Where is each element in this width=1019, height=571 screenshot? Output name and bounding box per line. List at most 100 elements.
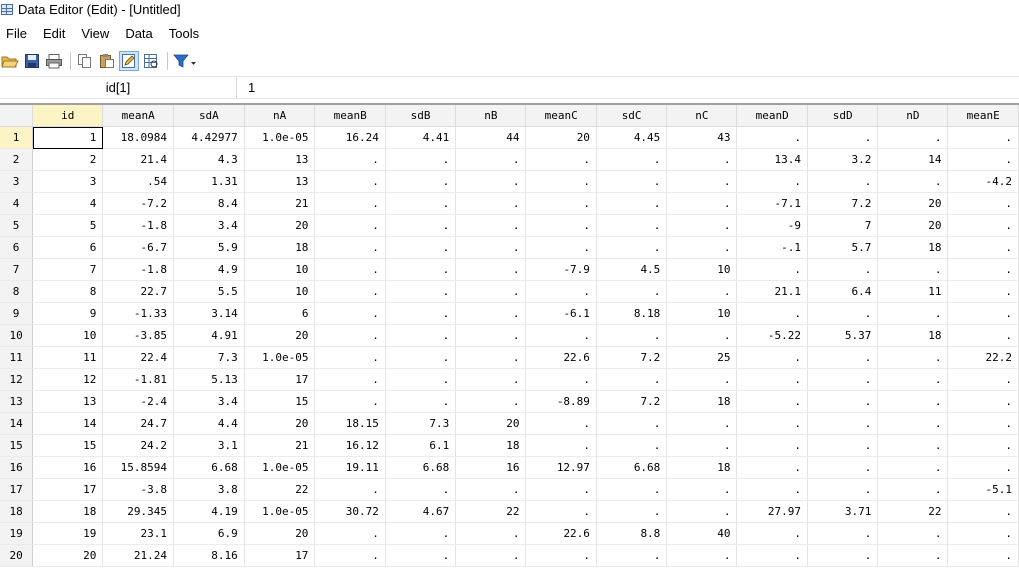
data-cell[interactable]: .: [385, 390, 457, 413]
data-cell[interactable]: .: [736, 434, 808, 457]
data-cell[interactable]: .: [314, 478, 386, 501]
data-cell[interactable]: .: [455, 280, 527, 303]
row-number[interactable]: 4: [0, 192, 34, 215]
data-cell[interactable]: -1.8: [102, 214, 175, 237]
data-cell[interactable]: .: [807, 544, 879, 567]
data-cell[interactable]: 4.91: [173, 324, 245, 347]
column-header-meanB[interactable]: meanB: [314, 105, 386, 127]
row-number[interactable]: 2: [0, 148, 34, 171]
row-number[interactable]: 14: [0, 412, 34, 435]
data-cell[interactable]: 20: [244, 324, 316, 347]
data-cell[interactable]: .: [736, 170, 808, 193]
data-cell[interactable]: 21.24: [102, 544, 175, 567]
data-cell[interactable]: 22.7: [102, 280, 175, 303]
data-cell[interactable]: 8: [32, 280, 104, 303]
data-cell[interactable]: 4.5: [596, 258, 668, 281]
data-cell[interactable]: 5.9: [173, 236, 245, 259]
data-cell[interactable]: .: [455, 236, 527, 259]
data-cell[interactable]: .: [596, 500, 668, 523]
data-cell[interactable]: .: [947, 258, 1019, 281]
data-cell[interactable]: 11: [32, 346, 104, 369]
data-cell[interactable]: 1.0e-05: [244, 456, 316, 479]
data-cell[interactable]: 20: [455, 412, 527, 435]
data-cell[interactable]: 22.6: [525, 346, 597, 369]
data-cell[interactable]: .: [877, 126, 949, 149]
data-cell[interactable]: .: [736, 544, 808, 567]
data-cell[interactable]: .: [947, 302, 1019, 325]
data-cell[interactable]: .: [455, 302, 527, 325]
data-cell[interactable]: 4.42977: [173, 126, 245, 149]
data-cell[interactable]: .: [947, 192, 1019, 215]
row-number[interactable]: 20: [0, 544, 34, 567]
data-cell[interactable]: .: [807, 302, 879, 325]
data-cell[interactable]: .: [525, 236, 597, 259]
data-cell[interactable]: .: [455, 346, 527, 369]
data-cell[interactable]: .: [736, 412, 808, 435]
data-cell[interactable]: 18: [666, 390, 738, 413]
data-cell[interactable]: -5.22: [736, 324, 808, 347]
data-cell[interactable]: 3.14: [173, 302, 245, 325]
column-header-nA[interactable]: nA: [244, 105, 316, 127]
column-header-meanC[interactable]: meanC: [525, 105, 597, 127]
data-cell[interactable]: 7.2: [596, 390, 668, 413]
data-cell[interactable]: .: [385, 324, 457, 347]
data-cell[interactable]: .: [455, 390, 527, 413]
data-cell[interactable]: .: [877, 456, 949, 479]
data-cell[interactable]: .: [314, 214, 386, 237]
data-cell[interactable]: 1.0e-05: [244, 346, 316, 369]
data-cell[interactable]: 5: [32, 214, 104, 237]
row-number[interactable]: 11: [0, 346, 34, 369]
data-cell[interactable]: 30.72: [314, 500, 386, 523]
data-cell[interactable]: .: [314, 258, 386, 281]
row-number[interactable]: 17: [0, 478, 34, 501]
data-cell[interactable]: .: [666, 280, 738, 303]
data-cell[interactable]: .: [877, 412, 949, 435]
data-cell[interactable]: 5.37: [807, 324, 879, 347]
data-cell[interactable]: .: [947, 126, 1019, 149]
data-cell[interactable]: .: [947, 434, 1019, 457]
data-cell[interactable]: -6.7: [102, 236, 175, 259]
data-cell[interactable]: 22: [244, 478, 316, 501]
data-cell[interactable]: -1.8: [102, 258, 175, 281]
data-cell[interactable]: .: [525, 214, 597, 237]
data-cell[interactable]: 6.68: [173, 456, 245, 479]
column-header-meanA[interactable]: meanA: [102, 105, 175, 127]
data-cell[interactable]: .: [455, 214, 527, 237]
data-cell[interactable]: 16: [32, 456, 104, 479]
data-cell[interactable]: 8.16: [173, 544, 245, 567]
copy-icon[interactable]: [75, 51, 95, 71]
browse-mode-icon[interactable]: [141, 51, 161, 71]
data-cell[interactable]: .: [947, 544, 1019, 567]
data-cell[interactable]: .: [455, 148, 527, 171]
data-cell[interactable]: .: [455, 192, 527, 215]
data-cell[interactable]: .: [947, 280, 1019, 303]
data-cell[interactable]: .: [736, 302, 808, 325]
data-cell[interactable]: .: [807, 412, 879, 435]
data-cell[interactable]: 6.68: [385, 456, 457, 479]
data-cell[interactable]: 4.45: [596, 126, 668, 149]
column-header-sdD[interactable]: sdD: [807, 105, 879, 127]
menu-file[interactable]: File: [0, 26, 33, 41]
data-cell[interactable]: .: [314, 170, 386, 193]
data-cell[interactable]: .: [525, 170, 597, 193]
data-cell[interactable]: .: [666, 170, 738, 193]
data-cell[interactable]: 18: [877, 236, 949, 259]
data-cell[interactable]: 8.4: [173, 192, 245, 215]
data-cell[interactable]: 22: [455, 500, 527, 523]
data-cell[interactable]: 18.0984: [102, 126, 175, 149]
data-cell[interactable]: .: [314, 192, 386, 215]
data-cell[interactable]: .: [666, 214, 738, 237]
data-cell[interactable]: .: [314, 522, 386, 545]
data-cell[interactable]: 21.1: [736, 280, 808, 303]
filter-icon[interactable]: [172, 51, 198, 71]
data-cell[interactable]: 10: [244, 280, 316, 303]
data-cell[interactable]: 1.31: [173, 170, 245, 193]
cell-reference-box[interactable]: id[1]: [0, 77, 237, 98]
data-cell[interactable]: .: [877, 258, 949, 281]
data-cell[interactable]: 3.4: [173, 390, 245, 413]
column-header-id[interactable]: id: [32, 105, 104, 127]
data-cell[interactable]: .: [736, 522, 808, 545]
data-cell[interactable]: -1.33: [102, 302, 175, 325]
data-cell[interactable]: 8.18: [596, 302, 668, 325]
save-icon[interactable]: [22, 51, 42, 71]
